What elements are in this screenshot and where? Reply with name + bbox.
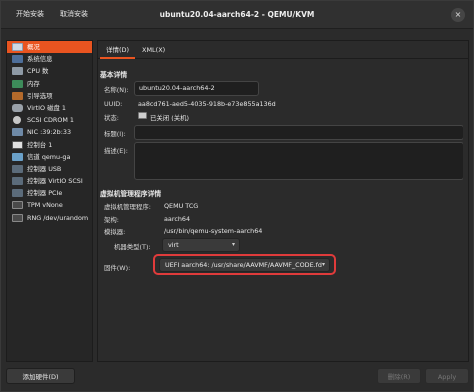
sidebar-item-label: 概况 xyxy=(27,43,40,51)
sidebar-item-tpm[interactable]: TPM vNone xyxy=(7,199,92,211)
vm-status-icon xyxy=(138,112,147,119)
memory-icon xyxy=(12,79,23,88)
sidebar-item-label: 引导选项 xyxy=(27,91,53,100)
sidebar-item-label: VirtIO 磁盘 1 xyxy=(27,103,66,112)
machine-type-value: virt xyxy=(168,241,179,249)
firmware-label: 固件(W): xyxy=(104,264,131,272)
sidebar-item-nic[interactable]: NIC :39:2b:33 xyxy=(7,126,92,138)
machine-type-select[interactable]: virt ▾ xyxy=(162,238,240,252)
hypervisor-label: 虚拟机管理程序: xyxy=(104,203,151,211)
sidebar-item-label: NIC :39:2b:33 xyxy=(27,128,72,137)
sidebar-item-rng[interactable]: RNG /dev/urandom xyxy=(7,212,92,224)
sidebar-item-label: 控制器 PCIe xyxy=(27,189,63,198)
sidebar-item-label: CPU 数 xyxy=(27,67,49,76)
os-info-icon xyxy=(12,55,23,64)
sidebar-item-memory[interactable]: 内存 xyxy=(7,78,92,90)
sidebar-item-os-info[interactable]: 系统信息 xyxy=(7,53,92,65)
description-label: 描述(E): xyxy=(104,147,128,155)
sidebar-item-scsi-controller[interactable]: 控制器 VirtIO SCSI xyxy=(7,175,92,187)
usb-controller-icon xyxy=(12,164,23,173)
tab-details[interactable]: 详情(D) xyxy=(100,41,136,59)
emulator-value: /usr/bin/qemu-system-aarch64 xyxy=(164,227,263,235)
name-field[interactable]: ubuntu20.04-aarch64-2 xyxy=(134,81,259,96)
sidebar-item-label: 内存 xyxy=(27,79,40,88)
uuid-value: aa8cd761-aed5-4035-918b-e73e855a136d xyxy=(138,100,276,108)
remove-button[interactable]: 删除(R) xyxy=(377,368,421,384)
description-field[interactable] xyxy=(134,142,464,180)
tab-xml[interactable]: XML(X) xyxy=(136,41,171,59)
tab-bar: 详情(D) XML(X) xyxy=(98,41,468,59)
boot-icon xyxy=(12,91,23,100)
sidebar-item-console[interactable]: 控制台 1 xyxy=(7,139,92,151)
add-hardware-button[interactable]: 添加硬件(D) xyxy=(6,368,75,384)
architecture-label: 架构: xyxy=(104,216,119,224)
title-label: 标题(I): xyxy=(104,130,126,138)
sidebar-item-label: 控制器 VirtIO SCSI xyxy=(27,177,83,186)
vm-details-window: 开始安装 取消安装 ubuntu20.04-aarch64-2 - QEMU/K… xyxy=(0,0,474,392)
scsi-controller-icon xyxy=(12,177,23,186)
sidebar-item-overview[interactable]: 概况 xyxy=(7,41,92,54)
sidebar-item-label: 控制台 1 xyxy=(27,140,53,149)
hypervisor-details-heading: 虚拟机管理程序详情 xyxy=(100,190,162,198)
sidebar-item-usb-controller[interactable]: 控制器 USB xyxy=(7,163,92,175)
sidebar-item-label: TPM vNone xyxy=(27,201,63,210)
hardware-list: 概况 系统信息 CPU 数 内存 引导选项 VirtIO 磁盘 1 SCSI C… xyxy=(6,40,93,362)
sidebar-item-cpu[interactable]: CPU 数 xyxy=(7,65,92,77)
status-label: 状态: xyxy=(104,114,119,122)
scrollbar[interactable] xyxy=(463,61,466,361)
sidebar-item-label: SCSI CDROM 1 xyxy=(27,116,74,125)
sidebar-item-cdrom[interactable]: SCSI CDROM 1 xyxy=(7,114,92,126)
sidebar-item-channel[interactable]: 信道 qemu-ga xyxy=(7,151,92,163)
pcie-controller-icon xyxy=(12,189,23,198)
overview-icon xyxy=(12,43,23,51)
sidebar-item-disk[interactable]: VirtIO 磁盘 1 xyxy=(7,102,92,114)
details-panel: 详情(D) XML(X) 基本详情 名称(N): ubuntu20.04-aar… xyxy=(97,40,469,362)
chevron-down-icon: ▾ xyxy=(231,241,235,248)
cdrom-icon xyxy=(13,116,21,125)
tpm-icon xyxy=(12,201,23,210)
status-value: 已关闭 (关机) xyxy=(150,114,189,122)
rng-icon xyxy=(12,213,23,222)
close-icon: × xyxy=(454,10,462,19)
nic-icon xyxy=(12,128,23,137)
disk-icon xyxy=(12,103,23,112)
sidebar-item-boot[interactable]: 引导选项 xyxy=(7,90,92,102)
sidebar-item-label: 系统信息 xyxy=(27,55,53,64)
channel-icon xyxy=(12,152,23,161)
architecture-value: aarch64 xyxy=(164,215,191,223)
name-label: 名称(N): xyxy=(104,86,129,94)
machine-type-label: 机器类型(T): xyxy=(114,243,151,251)
header-bar: 开始安装 取消安装 ubuntu20.04-aarch64-2 - QEMU/K… xyxy=(1,1,473,29)
apply-button[interactable]: Apply xyxy=(425,368,469,384)
sidebar-item-label: RNG /dev/urandom xyxy=(27,213,89,222)
cpu-icon xyxy=(12,67,23,76)
console-icon xyxy=(12,140,23,149)
sidebar-item-label: 控制器 USB xyxy=(27,164,62,173)
chevron-down-icon: ▾ xyxy=(321,261,325,268)
hypervisor-value: QEMU TCG xyxy=(164,202,199,210)
close-window-button[interactable]: × xyxy=(451,8,465,22)
firmware-value: UEFI aarch64: /usr/share/AAVMF/AAVMF_COD… xyxy=(165,261,322,269)
basic-details-heading: 基本详情 xyxy=(100,71,128,79)
sidebar-item-pcie-controller[interactable]: 控制器 PCIe xyxy=(7,187,92,199)
window-title: ubuntu20.04-aarch64-2 - QEMU/KVM xyxy=(159,10,315,19)
uuid-label: UUID: xyxy=(104,100,123,108)
title-field[interactable] xyxy=(134,125,464,140)
emulator-label: 模拟器: xyxy=(104,228,126,236)
sidebar-item-label: 信道 qemu-ga xyxy=(27,152,71,161)
firmware-select[interactable]: UEFI aarch64: /usr/share/AAVMF/AAVMF_COD… xyxy=(159,258,330,272)
